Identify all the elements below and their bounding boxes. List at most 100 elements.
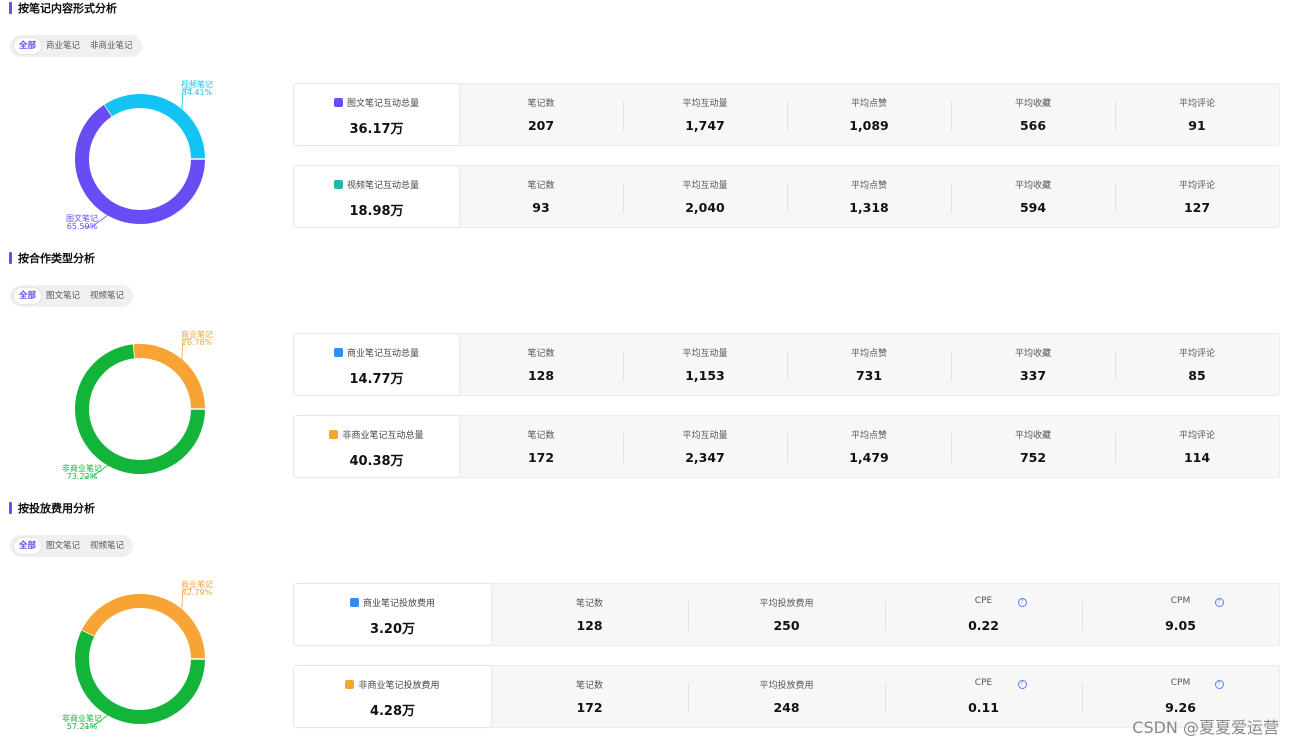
metric-value: 731 [855,368,883,383]
total-label: 视频笔记互动总量 [346,181,419,191]
metric-cell: 平均点赞 1,479 [787,416,951,477]
metric-label: 平均点赞 [850,431,887,441]
metric-cell: 平均评论 91 [1115,84,1279,145]
total-value: 18.98万 [349,204,404,219]
filter-tab[interactable]: 全部 [14,38,42,54]
total-label-row: 商业笔记互动总量 [294,346,459,359]
donut-slice[interactable] [132,344,205,410]
metric-label: 平均评论 [1178,349,1215,359]
metric-label: CPE [974,678,993,688]
metric-cell: 笔记数 207 [459,84,623,145]
metric-value: 0.22 [968,618,999,633]
donut-chart: 商业笔记26.78%非商业笔记73.22% [62,329,213,481]
analysis-section: 按投放费用分析 全部 图文笔记 视频笔记 商业笔记 42.79% 非商业笔记 57.21% 商业… [0,500,1295,750]
metric-cell: CPM 9.05? [1082,584,1279,645]
total-value: 3.20万 [369,622,416,637]
metrics-card: 商业笔记互动总量 14.77万 笔记数 128 平均互动量 1,153 平均点赞 731 平均收… [293,333,1280,396]
total-panel: 非商业笔记投放费用 4.28万 [294,666,491,727]
metric-cell: 平均收藏 594 [951,166,1115,227]
slice-percent-label: 65.59% [67,222,98,231]
metric-value: 1,747 [685,118,725,133]
filter-tab[interactable]: 视频笔记 [85,288,129,304]
slice-percent-label: 73.22% [67,472,98,481]
metric-label: 平均点赞 [850,99,887,109]
metric-label: 笔记数 [527,181,555,191]
metric-label: 平均点赞 [850,349,887,359]
metric-value: 128 [527,368,555,383]
analysis-section: 按笔记内容形式分析全部 商业笔记 非商业笔记视频笔记 34.41% 图文笔记 65.59%… [0,0,1295,250]
metric-label: 平均互动量 [682,431,728,441]
metric-label: 笔记数 [575,599,603,609]
metric-label: 平均收藏 [1014,181,1051,191]
total-panel: 非商业笔记互动总量 40.38万 [294,416,459,477]
metric-value: 128 [576,618,603,633]
metric-value: 9.26 [1165,700,1196,715]
total-label: 非商业笔记互动总量 [342,431,424,441]
slice-percent-label: 34.41% [182,88,213,97]
filter-tab[interactable]: 非商业笔记 [85,38,138,54]
metric-cell: 平均点赞 1,089 [787,84,951,145]
filter-tab[interactable]: 图文笔记 [41,538,85,554]
metric-value: 752 [1019,450,1047,465]
metric-value: 594 [1019,200,1047,215]
metric-value: 85 [1188,368,1206,383]
metric-cell: 平均收藏 752 [951,416,1115,477]
filter-tabs: 全部 商业笔记 非商业笔记 [10,35,142,57]
metrics-card: 商业笔记投放费用 3.20万 笔记数 128 平均投放费用 250 CPE 0.22? CPM 9… [293,583,1280,646]
total-label-row: 视频笔记互动总量 [294,178,459,191]
donut-chart: 视频笔记34.41%图文笔记65.59% [66,79,213,231]
filter-tab[interactable]: 全部 [14,538,42,554]
metric-cell: 平均收藏 566 [951,84,1115,145]
total-label: 商业笔记投放费用 [362,599,435,609]
metric-value: 1,318 [849,200,889,215]
metric-cell: 平均点赞 1,318 [787,166,951,227]
metric-label: 平均评论 [1178,181,1215,191]
metric-cell: 平均投放费用 248 [688,666,885,727]
metric-label: 平均互动量 [682,99,728,109]
total-label: 非商业笔记投放费用 [358,681,440,691]
help-icon[interactable]: ? [1017,680,1027,689]
total-value: 36.17万 [349,122,404,137]
metric-value: 172 [527,450,555,465]
metric-label: 平均评论 [1178,431,1215,441]
analysis-section: 按合作类型分析 全部 图文笔记 视频笔记 商业笔记 26.78% 非商业笔记 73.22% 商业… [0,250,1295,500]
metric-label: 笔记数 [527,349,555,359]
metric-value: 127 [1183,200,1211,215]
metric-value: 248 [773,700,800,715]
donut-slice[interactable] [75,630,205,724]
metric-cell: 平均点赞 731 [787,334,951,395]
metrics-card: 图文笔记互动总量 36.17万 笔记数 207 平均互动量 1,747 平均点赞 1,089 平… [293,83,1280,146]
total-panel: 图文笔记互动总量 36.17万 [294,84,459,145]
metric-cell: 平均评论 85 [1115,334,1279,395]
metric-value: 0.11 [968,700,999,715]
help-icon[interactable]: ? [1214,598,1224,607]
commercial-note-icon [349,598,359,607]
total-value: 4.28万 [369,704,416,719]
metric-label: 平均收藏 [1014,99,1051,109]
total-panel: 商业笔记投放费用 3.20万 [294,584,491,645]
filter-tab[interactable]: 商业笔记 [41,38,85,54]
metric-cell: 平均互动量 1,153 [623,334,787,395]
filter-tab[interactable]: 图文笔记 [41,288,85,304]
help-icon[interactable]: ? [1017,598,1027,607]
total-label-row: 非商业笔记互动总量 [294,428,459,441]
metric-cell: 平均互动量 2,347 [623,416,787,477]
donut-chart: 商业笔记42.79%非商业笔记57.21% [62,579,213,731]
donut-slice[interactable] [103,94,205,160]
metric-label: 平均投放费用 [759,681,814,691]
metric-label: CPE [974,596,993,606]
metric-label: 笔记数 [575,681,603,691]
metric-value: 91 [1188,118,1206,133]
donut-slice[interactable] [81,594,205,660]
total-label-row: 商业笔记投放费用 [294,596,491,609]
metric-value: 1,089 [849,118,889,133]
slice-percent-label: 57.21% [67,722,98,731]
metric-value: 566 [1019,118,1047,133]
help-icon[interactable]: ? [1214,680,1224,689]
metric-label: 笔记数 [527,99,555,109]
total-panel: 视频笔记互动总量 18.98万 [294,166,459,227]
filter-tab[interactable]: 全部 [14,288,42,304]
total-panel: 商业笔记互动总量 14.77万 [294,334,459,395]
section-title-text: 按笔记内容形式分析 [18,2,117,15]
filter-tab[interactable]: 视频笔记 [85,538,129,554]
